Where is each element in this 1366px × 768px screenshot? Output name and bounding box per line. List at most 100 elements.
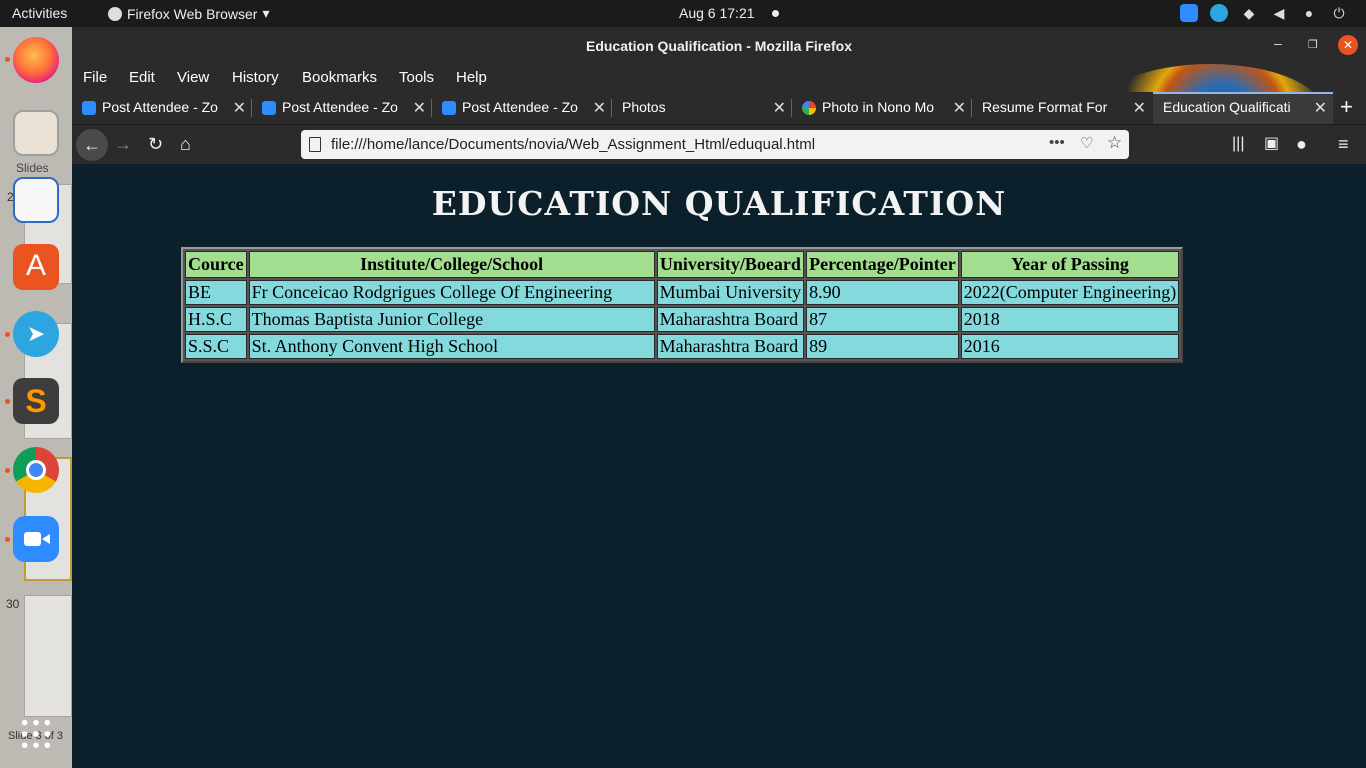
column-header-institute: Institute/College/School	[248, 251, 655, 278]
tab-resume-format[interactable]: Resume Format For ✕	[972, 92, 1152, 124]
cell-university: Maharashtra Board	[656, 334, 805, 359]
writer-dock-icon[interactable]	[13, 177, 59, 223]
microphone-icon[interactable]: ●	[1300, 4, 1318, 22]
tab-label: Post Attendee - Zo	[462, 99, 578, 115]
close-tab-icon[interactable]: ✕	[593, 98, 606, 118]
chevron-down-icon: ▾	[262, 5, 270, 21]
menu-tools[interactable]: Tools	[399, 69, 434, 86]
close-tab-icon[interactable]: ✕	[1133, 98, 1146, 118]
activities-button[interactable]: Activities	[12, 5, 67, 21]
library-icon[interactable]: |||	[1232, 134, 1244, 154]
page-actions-icon[interactable]: •••	[1049, 134, 1065, 151]
chrome-dock-icon[interactable]	[13, 447, 59, 493]
close-tab-icon[interactable]: ✕	[773, 98, 786, 118]
running-indicator	[5, 399, 10, 404]
tab-post-attendee-3[interactable]: Post Attendee - Zo ✕	[432, 92, 612, 124]
slide-number: 30	[6, 597, 20, 611]
minimize-button[interactable]: –	[1274, 35, 1282, 51]
clock[interactable]: Aug 6 17:21	[679, 5, 755, 21]
navigation-toolbar: ← → ↻ ⌂ file:///home/lance/Documents/nov…	[72, 124, 1366, 164]
tab-post-attendee-2[interactable]: Post Attendee - Zo ✕	[252, 92, 432, 124]
table-row: S.S.C St. Anthony Convent High School Ma…	[185, 334, 1180, 359]
reload-button[interactable]: ↻	[148, 134, 163, 154]
window-title-bar: Education Qualification - Mozilla Firefo…	[72, 27, 1366, 64]
system-tray[interactable]: ◆ ◀ ● ⏻	[1180, 4, 1348, 22]
zoom-dock-icon[interactable]	[13, 516, 59, 562]
app-menu[interactable]: Firefox Web Browser ▾	[108, 5, 269, 22]
window-title: Education Qualification - Mozilla Firefo…	[585, 38, 853, 54]
cell-year: 2018	[960, 307, 1180, 332]
menu-bookmarks[interactable]: Bookmarks	[302, 69, 377, 86]
tab-education-qualification-active[interactable]: Education Qualificati ✕	[1153, 92, 1333, 124]
tab-photos[interactable]: Photos ✕	[612, 92, 792, 124]
menu-help[interactable]: Help	[456, 69, 487, 86]
bookmark-star-icon[interactable]: ☆	[1107, 133, 1122, 153]
forward-button[interactable]: →	[114, 134, 132, 154]
close-tab-icon[interactable]: ✕	[233, 98, 246, 118]
column-header-year: Year of Passing	[960, 251, 1180, 278]
show-applications-icon[interactable]	[19, 717, 53, 751]
volume-icon[interactable]: ◀	[1270, 4, 1288, 22]
running-indicator	[5, 537, 10, 542]
running-indicator	[5, 332, 10, 337]
account-icon[interactable]: ●	[1296, 134, 1307, 154]
tab-label: Education Qualificati	[1163, 99, 1291, 115]
menu-view[interactable]: View	[177, 69, 209, 86]
files-dock-icon[interactable]	[13, 110, 59, 156]
cell-year: 2016	[960, 334, 1180, 359]
firefox-dock-icon[interactable]	[13, 37, 59, 83]
menu-history[interactable]: History	[232, 69, 279, 86]
google-photos-favicon-icon	[802, 101, 816, 115]
address-bar[interactable]: file:///home/lance/Documents/novia/Web_A…	[301, 130, 1129, 159]
running-indicator	[5, 57, 10, 62]
cell-institute: Thomas Baptista Junior College	[248, 307, 655, 332]
firefox-icon	[108, 6, 122, 21]
tab-photo-in-nono[interactable]: Photo in Nono Mo ✕	[792, 92, 972, 124]
zoom-tray-icon[interactable]	[1180, 4, 1198, 22]
sidebar-icon[interactable]: ▣	[1264, 134, 1279, 154]
app-menu-label: Firefox Web Browser	[127, 5, 258, 22]
tab-post-attendee-1[interactable]: Post Attendee - Zo ✕	[72, 92, 252, 124]
page-content: EDUCATION QUALIFICATION Cource Institute…	[72, 164, 1366, 768]
maximize-button[interactable]: ❐	[1308, 38, 1318, 51]
cell-percentage: 89	[806, 334, 959, 359]
close-window-button[interactable]: ✕	[1338, 35, 1358, 55]
new-tab-button[interactable]: +	[1340, 94, 1364, 126]
hamburger-menu-icon[interactable]: ≡	[1338, 134, 1349, 154]
cell-course: BE	[185, 280, 247, 305]
cell-institute: Fr Conceicao Rodgrigues College Of Engin…	[248, 280, 655, 305]
power-icon[interactable]: ⏻	[1330, 4, 1348, 22]
menu-edit[interactable]: Edit	[129, 69, 155, 86]
tab-label: Photo in Nono Mo	[822, 99, 935, 115]
zoom-favicon-icon	[442, 101, 456, 115]
close-tab-icon[interactable]: ✕	[1314, 98, 1327, 118]
table-header-row: Cource Institute/College/School Universi…	[185, 251, 1180, 278]
back-button[interactable]: ←	[76, 129, 108, 161]
wifi-icon[interactable]: ◆	[1240, 4, 1258, 22]
home-button[interactable]: ⌂	[180, 134, 191, 154]
tab-label: Post Attendee - Zo	[282, 99, 398, 115]
tab-label: Photos	[622, 99, 666, 115]
slide-thumbnail[interactable]	[24, 595, 72, 717]
cell-university: Mumbai University	[656, 280, 805, 305]
column-header-percentage: Percentage/Pointer	[806, 251, 959, 278]
close-tab-icon[interactable]: ✕	[953, 98, 966, 118]
education-table: Cource Institute/College/School Universi…	[181, 247, 1184, 363]
url-text[interactable]: file:///home/lance/Documents/novia/Web_A…	[331, 136, 815, 153]
zoom-favicon-icon	[82, 101, 96, 115]
menu-file[interactable]: File	[83, 69, 107, 86]
notification-dot	[772, 10, 779, 17]
close-tab-icon[interactable]: ✕	[413, 98, 426, 118]
system-top-bar: Activities Firefox Web Browser ▾ Aug 6 1…	[0, 0, 1366, 27]
sublime-text-dock-icon[interactable]: S	[13, 378, 59, 424]
pocket-icon[interactable]: ♡	[1080, 134, 1093, 152]
telegram-dock-icon[interactable]: ➤	[13, 311, 59, 357]
dock: Slides 21 30 Slide 3 of 3 A ➤ S	[0, 27, 72, 768]
app-store-dock-icon[interactable]: A	[13, 244, 59, 290]
slides-label: Slides	[16, 161, 49, 175]
telegram-tray-icon[interactable]	[1210, 4, 1228, 22]
cell-year: 2022(Computer Engineering)	[960, 280, 1180, 305]
cell-course: S.S.C	[185, 334, 247, 359]
table-row: BE Fr Conceicao Rodgrigues College Of En…	[185, 280, 1180, 305]
page-info-icon[interactable]	[309, 137, 321, 152]
